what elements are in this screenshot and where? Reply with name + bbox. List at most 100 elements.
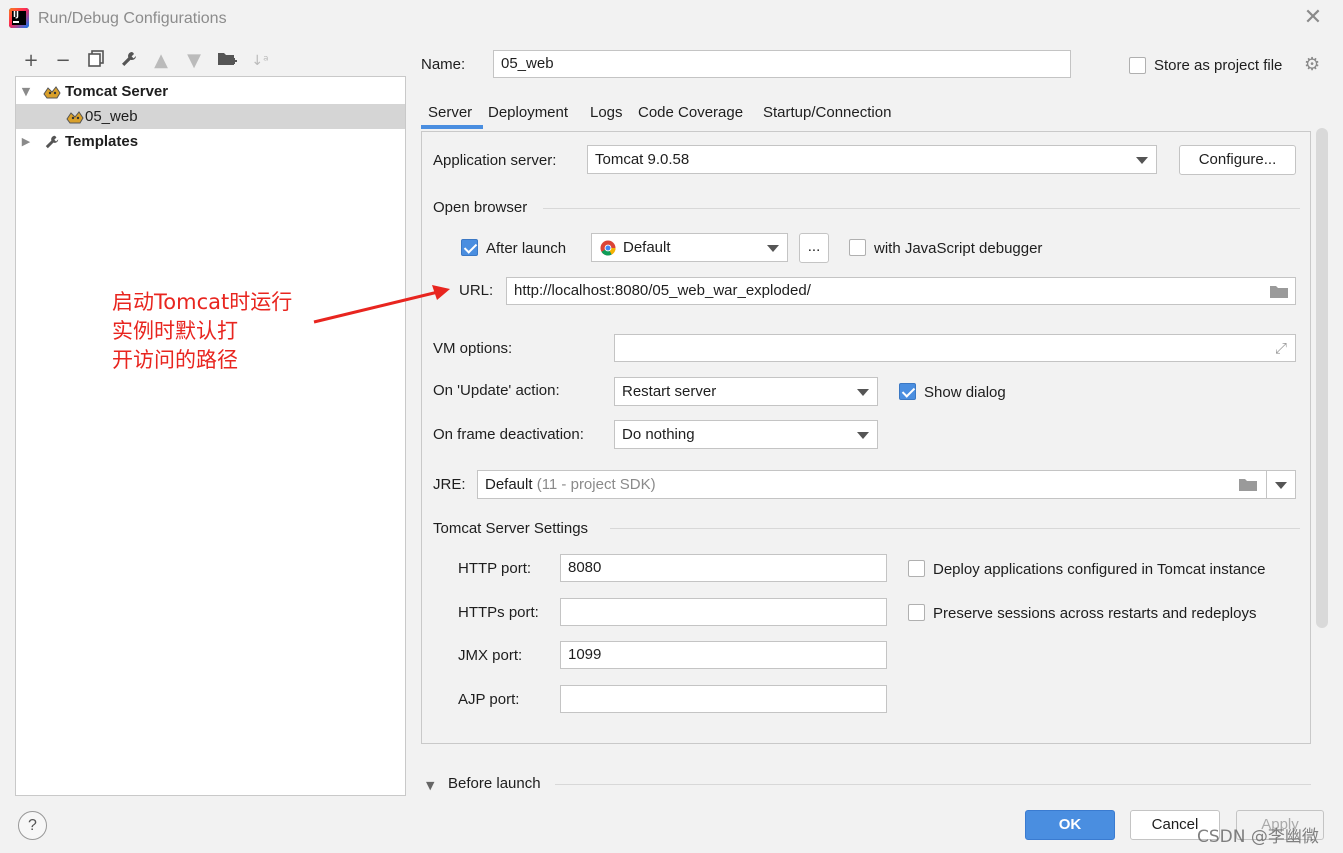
vm-options-label: VM options: xyxy=(433,340,513,357)
tomcat-icon xyxy=(66,111,84,124)
chevron-down-icon xyxy=(857,389,869,396)
ajp-port-field[interactable] xyxy=(560,685,887,713)
tree-item-label: 05_web xyxy=(85,108,138,125)
annotation-text: 启动Tomcat时运行 实例时默认打 开访问的路径 xyxy=(112,288,292,375)
tab-logs[interactable]: Logs xyxy=(590,103,623,123)
collapse-arrow-icon[interactable]: ▼ xyxy=(426,779,434,792)
before-launch-heading[interactable]: Before launch xyxy=(448,775,541,792)
wrench-icon[interactable] xyxy=(118,50,140,72)
section-divider xyxy=(543,208,1300,209)
wrench-icon xyxy=(45,135,59,149)
name-label: Name: xyxy=(421,56,466,73)
section-divider xyxy=(555,784,1311,785)
application-server-label: Application server: xyxy=(433,152,557,169)
on-update-value: Restart server xyxy=(622,383,717,400)
on-frame-deactivation-label: On frame deactivation: xyxy=(433,426,584,443)
tree-item-label: Templates xyxy=(65,133,139,150)
annotation-line: 实例时默认打 xyxy=(112,319,238,343)
preserve-sessions-checkbox[interactable] xyxy=(908,604,925,621)
deploy-apps-label: Deploy applications configured in Tomcat… xyxy=(933,561,1266,578)
collapse-arrow-icon[interactable]: ▶ xyxy=(20,129,32,154)
ok-button[interactable]: OK xyxy=(1025,810,1115,840)
intellij-app-icon: IJ xyxy=(9,8,29,28)
expand-arrow-icon[interactable]: ▼ xyxy=(20,79,32,104)
store-project-file-label: Store as project file xyxy=(1154,57,1283,74)
after-launch-label: After launch xyxy=(486,240,567,257)
show-dialog-checkbox[interactable] xyxy=(899,383,916,400)
add-icon[interactable]: + xyxy=(20,50,42,72)
annotation-line: 开访问的路径 xyxy=(112,348,238,372)
sort-icon[interactable]: ↓ᵃ xyxy=(249,50,271,72)
browser-select[interactable]: Default xyxy=(591,233,788,262)
annotation-arrow-icon xyxy=(313,285,450,324)
chrome-icon xyxy=(600,240,616,256)
deploy-apps-checkbox[interactable] xyxy=(908,560,925,577)
gear-icon[interactable]: ⚙ xyxy=(1304,56,1322,74)
folder-icon[interactable] xyxy=(1270,285,1288,298)
folder-add-icon[interactable] xyxy=(216,50,238,72)
preserve-sessions-label: Preserve sessions across restarts and re… xyxy=(933,605,1257,622)
ajp-port-label: AJP port: xyxy=(458,691,520,708)
http-port-label: HTTP port: xyxy=(458,560,532,577)
chevron-down-icon[interactable] xyxy=(1275,482,1287,489)
expand-icon[interactable]: ⤢ xyxy=(1275,335,1287,361)
tab-server[interactable]: Server xyxy=(428,103,472,123)
vm-options-field[interactable]: ⤢ xyxy=(614,334,1296,362)
jre-select[interactable]: Default (11 - project SDK) xyxy=(477,470,1296,499)
after-launch-checkbox[interactable] xyxy=(461,239,478,256)
tree-item-05-web[interactable]: 05_web xyxy=(16,104,405,129)
on-frame-deactivation-value: Do nothing xyxy=(622,426,695,443)
jmx-port-label: JMX port: xyxy=(458,647,523,664)
scrollbar[interactable] xyxy=(1316,128,1328,628)
move-up-icon[interactable]: ▲ xyxy=(150,50,172,72)
on-update-select[interactable]: Restart server xyxy=(614,377,878,406)
watermark: CSDN @李幽微 xyxy=(1197,827,1319,847)
close-icon[interactable]: ✕ xyxy=(1302,7,1324,29)
tree-item-templates[interactable]: ▶ Templates xyxy=(16,129,405,154)
tab-deployment[interactable]: Deployment xyxy=(488,103,568,123)
move-down-icon[interactable]: ▼ xyxy=(183,50,205,72)
https-port-label: HTTPs port: xyxy=(458,604,539,621)
tomcat-settings-heading: Tomcat Server Settings xyxy=(433,520,589,537)
tree-item-label: Tomcat Server xyxy=(65,83,169,100)
js-debugger-label: with JavaScript debugger xyxy=(874,240,1043,257)
jmx-port-field[interactable]: 1099 xyxy=(560,641,887,669)
help-button[interactable]: ? xyxy=(18,811,47,840)
title-bar: IJ Run/Debug Configurations ✕ xyxy=(0,0,1343,38)
active-tab-indicator xyxy=(421,125,483,129)
tree-item-tomcat-server[interactable]: ▼ Tomcat Server xyxy=(16,79,405,104)
on-frame-deactivation-select[interactable]: Do nothing xyxy=(614,420,878,449)
tab-startup-connection[interactable]: Startup/Connection xyxy=(763,103,891,123)
url-value: http://localhost:8080/05_web_war_explode… xyxy=(514,282,811,299)
http-port-field[interactable]: 8080 xyxy=(560,554,887,582)
remove-icon[interactable]: − xyxy=(52,50,74,72)
show-dialog-label: Show dialog xyxy=(924,384,1006,401)
browser-value: Default xyxy=(623,239,671,256)
chevron-down-icon xyxy=(857,432,869,439)
chevron-down-icon xyxy=(767,245,779,252)
application-server-value: Tomcat 9.0.58 xyxy=(595,151,690,168)
https-port-field[interactable] xyxy=(560,598,887,626)
window-title: Run/Debug Configurations xyxy=(38,10,227,27)
jre-label: JRE: xyxy=(433,476,466,493)
browser-more-button[interactable]: ... xyxy=(799,233,829,263)
section-divider xyxy=(610,528,1300,529)
js-debugger-checkbox[interactable] xyxy=(849,239,866,256)
folder-icon[interactable] xyxy=(1239,478,1257,491)
application-server-select[interactable]: Tomcat 9.0.58 xyxy=(587,145,1157,174)
url-field[interactable]: http://localhost:8080/05_web_war_explode… xyxy=(506,277,1296,305)
jre-value: Default xyxy=(485,476,533,493)
configure-button[interactable]: Configure... xyxy=(1179,145,1296,175)
chevron-down-icon xyxy=(1136,157,1148,164)
configuration-tree: ▼ Tomcat Server 05_web ▶ Templates xyxy=(15,76,406,796)
name-field[interactable]: 05_web xyxy=(493,50,1071,78)
tomcat-icon xyxy=(43,86,61,99)
store-project-file-checkbox[interactable] xyxy=(1129,57,1146,74)
url-label: URL: xyxy=(459,282,494,299)
on-update-label: On 'Update' action: xyxy=(433,382,560,399)
open-browser-heading: Open browser xyxy=(433,199,528,216)
copy-icon[interactable] xyxy=(85,50,107,72)
annotation-line: 启动Tomcat时运行 xyxy=(112,290,293,314)
jre-hint: (11 - project SDK) xyxy=(536,476,656,493)
tab-code-coverage[interactable]: Code Coverage xyxy=(638,103,743,123)
